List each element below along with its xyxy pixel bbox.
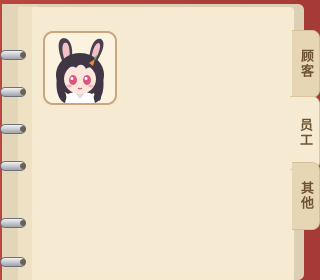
staff-portrait-card[interactable] <box>43 31 117 105</box>
tab-customers-label: 顾客 <box>298 49 313 79</box>
binder-ring <box>0 50 26 62</box>
binder-ring <box>0 218 26 230</box>
tab-customers[interactable]: 顾客 <box>292 30 320 98</box>
binder-ring <box>0 124 26 136</box>
tab-other-label: 其他 <box>298 181 313 211</box>
binder-ring <box>0 257 26 269</box>
bunny-girl-portrait-icon <box>56 38 104 103</box>
tab-staff[interactable]: 员工 <box>290 96 320 170</box>
binder-ring <box>0 161 26 173</box>
tab-staff-label: 员工 <box>297 118 312 148</box>
tab-other[interactable]: 其他 <box>292 162 320 230</box>
page-margin <box>18 7 32 280</box>
binder-ring <box>0 87 26 99</box>
